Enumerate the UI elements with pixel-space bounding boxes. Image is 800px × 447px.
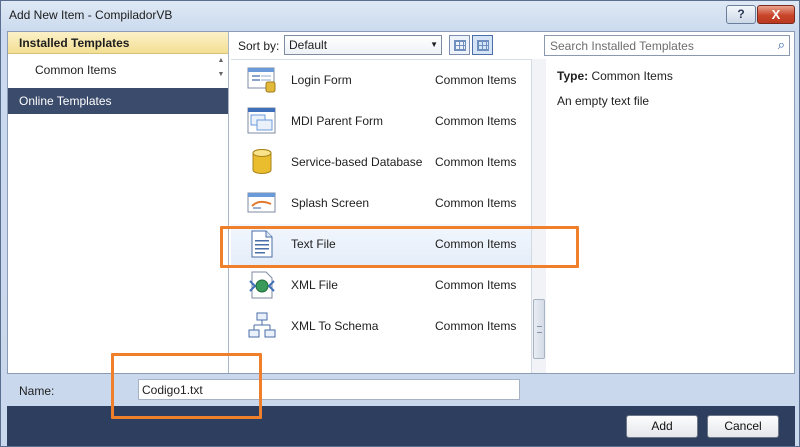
scrollbar-thumb[interactable] <box>533 299 545 359</box>
search-placeholder: Search Installed Templates <box>550 39 694 53</box>
template-row[interactable]: XML File Common Items <box>231 265 531 306</box>
template-info-panel: Type: Common Items An empty text file <box>547 59 794 373</box>
name-field-highlight <box>111 353 262 419</box>
template-category: Common Items <box>435 196 517 210</box>
title-bar[interactable]: Add New Item - CompiladorVB ? X <box>1 1 799 31</box>
login-form-icon <box>247 67 276 93</box>
template-row[interactable]: Service-based Database Common Items <box>231 142 531 183</box>
dialog-client-area: Installed Templates Common Items ▲ ▼ Onl… <box>7 31 795 374</box>
template-type: Type: Common Items <box>557 69 673 83</box>
template-category: Common Items <box>435 278 517 292</box>
online-templates-item[interactable]: Online Templates <box>8 88 228 114</box>
template-category: Common Items <box>435 319 517 333</box>
splash-screen-icon <box>247 192 276 213</box>
template-name: MDI Parent Form <box>291 114 384 128</box>
name-label: Name: <box>19 384 55 398</box>
template-name: XML File <box>291 278 338 292</box>
template-name: Login Form <box>291 73 352 87</box>
template-description: An empty text file <box>557 94 650 108</box>
template-name: Service-based Database <box>291 155 423 169</box>
scroll-down-icon[interactable]: ▼ <box>214 68 228 82</box>
mdi-form-icon <box>247 107 276 134</box>
close-button[interactable]: X <box>757 5 795 24</box>
template-category: Common Items <box>435 155 517 169</box>
xml-file-icon <box>249 271 275 299</box>
cancel-button[interactable]: Cancel <box>707 415 779 438</box>
sort-by-dropdown[interactable]: Default ▼ <box>284 35 442 55</box>
search-icon[interactable]: ⌕ <box>778 37 785 53</box>
window-title: Add New Item - CompiladorVB <box>9 8 173 22</box>
type-value: Common Items <box>591 69 673 83</box>
template-categories-panel: Installed Templates Common Items ▲ ▼ Onl… <box>8 32 229 373</box>
database-icon <box>252 149 272 174</box>
list-view-icon <box>477 40 489 51</box>
installed-templates-item[interactable]: Installed Templates <box>8 32 228 54</box>
add-new-item-dialog: Add New Item - CompiladorVB ? X Installe… <box>0 0 800 447</box>
template-row[interactable]: XML To Schema Common Items <box>231 306 531 347</box>
grip-icon <box>537 326 542 333</box>
sort-by-label: Sort by: <box>238 39 280 53</box>
text-file-highlight <box>220 226 579 268</box>
small-icons-view-button[interactable] <box>449 35 470 55</box>
grid-view-icon <box>454 40 466 51</box>
sort-by-value: Default <box>289 38 328 52</box>
template-row[interactable]: Splash Screen Common Items <box>231 183 531 224</box>
xml-schema-icon <box>248 312 276 338</box>
templates-scrollbar[interactable] <box>531 59 546 373</box>
template-row[interactable]: MDI Parent Form Common Items <box>231 101 531 142</box>
help-button[interactable]: ? <box>726 5 756 24</box>
chevron-down-icon: ▼ <box>430 40 438 49</box>
add-button[interactable]: Add <box>626 415 698 438</box>
template-name: XML To Schema <box>291 319 379 333</box>
scroll-up-icon[interactable]: ▲ <box>214 54 228 68</box>
common-items-category[interactable]: Common Items <box>35 63 116 77</box>
template-row[interactable]: Login Form Common Items <box>231 60 531 101</box>
template-name: Splash Screen <box>291 196 370 210</box>
template-category: Common Items <box>435 114 517 128</box>
type-label: Type: <box>557 69 589 83</box>
categories-scrollbar[interactable]: ▲ ▼ <box>214 54 228 88</box>
details-view-button[interactable] <box>472 35 493 55</box>
template-category: Common Items <box>435 73 517 87</box>
search-templates-input[interactable]: Search Installed Templates ⌕ <box>544 35 790 56</box>
templates-list: Login Form Common Items MDI Parent Form … <box>231 59 531 373</box>
